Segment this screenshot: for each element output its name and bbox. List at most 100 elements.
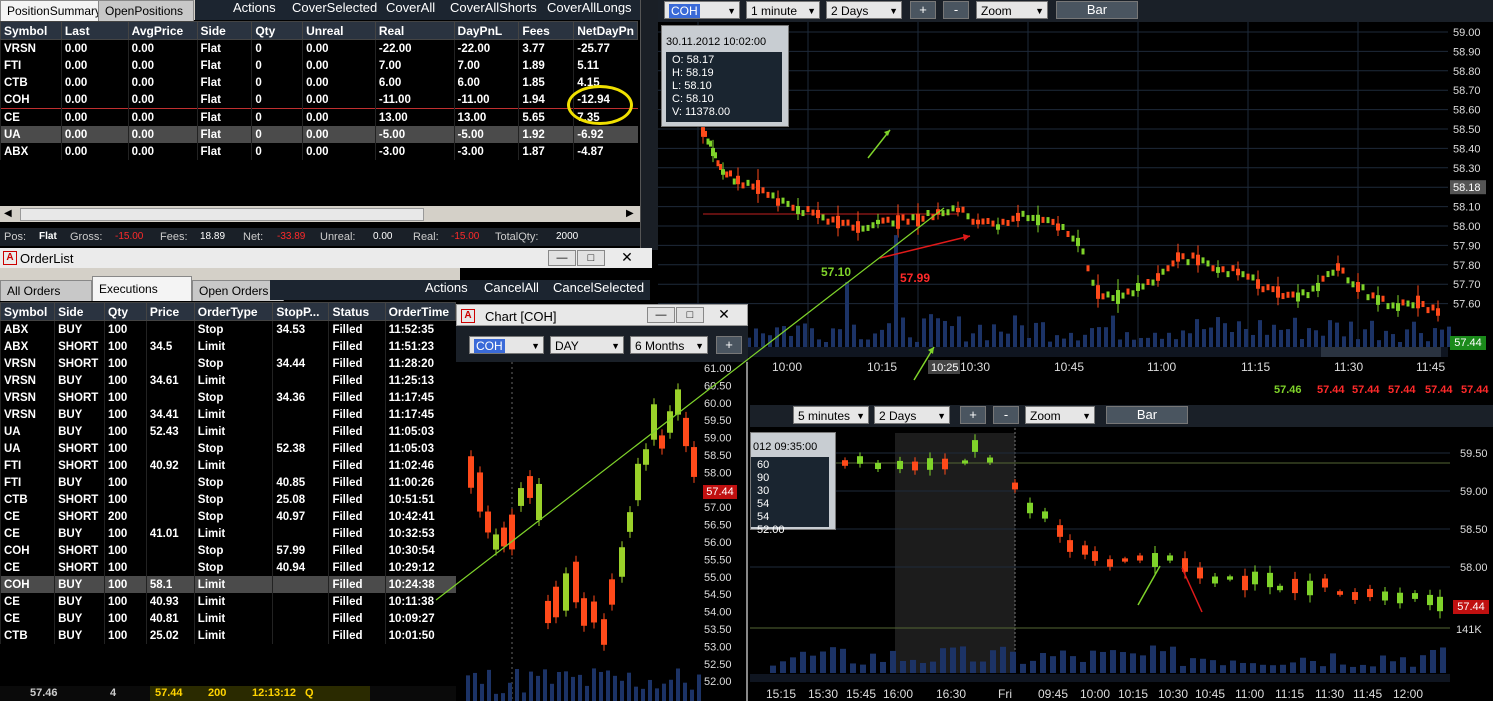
lower-zoom-out-button[interactable]: - (993, 406, 1019, 424)
order-row[interactable]: CTB SHORT 100 Stop 25.08 Filled 10:51:51 (0, 491, 456, 508)
tab-executions[interactable]: Executions (92, 276, 192, 301)
position-row[interactable]: UA 0.00 0.00 Flat 0 0.00 -5.00 -5.00 1.92 -6.92 (0, 126, 638, 143)
order-row[interactable]: VRSN SHORT 100 Stop 34.36 Filled 11:17:45 (0, 389, 456, 406)
cover-all-button[interactable]: CoverAll (386, 0, 435, 15)
interval-select[interactable]: 1 minute ▼ (746, 1, 820, 19)
chart-maximize-button[interactable]: □ (676, 307, 704, 323)
scroll-thumb[interactable] (20, 208, 424, 221)
order-row[interactable]: CE BUY 100 40.93 Limit Filled 10:11:38 (0, 593, 456, 610)
col-price[interactable]: Price (145, 302, 195, 321)
cell-type: Limit (193, 457, 273, 474)
col-unreal[interactable]: Unreal (302, 21, 376, 40)
daily-chart-titlebar[interactable]: A Chart [COH] — □ ✕ (456, 304, 748, 326)
cell-symbol: ABX (0, 143, 62, 160)
col-ordertime[interactable]: OrderTime (384, 302, 457, 321)
daily-range-select[interactable]: 6 Months ▼ (630, 336, 708, 354)
lower-zoom-in-button[interactable]: + (960, 406, 986, 424)
order-row[interactable]: FTI BUY 100 Stop 40.85 Filled 11:00:26 (0, 474, 456, 491)
scroll-left-icon[interactable]: ◀ (4, 208, 12, 219)
candle-body (651, 404, 657, 440)
position-hscrollbar[interactable]: ◀ ▶ (0, 206, 640, 222)
order-row[interactable]: CE BUY 100 40.81 Limit Filled 10:09:27 (0, 610, 456, 627)
col-netdaypnl[interactable]: NetDayPn (573, 21, 638, 40)
col-qty[interactable]: Qty (104, 302, 147, 321)
position-row[interactable]: VRSN 0.00 0.00 Flat 0 0.00 -22.00 -22.00 3.77 -25… (0, 39, 638, 57)
order-row[interactable]: ABX SHORT 100 34.5 Limit Filled 11:51:23 (0, 338, 456, 355)
lower-bar-type-button[interactable]: Bar (1106, 406, 1188, 424)
tab-position-summary[interactable]: PositionSummary (0, 0, 101, 21)
candle-body (946, 209, 950, 216)
position-row[interactable]: CE 0.00 0.00 Flat 0 0.00 13.00 13.00 5.65 7.35 (0, 108, 638, 126)
candle-body (1366, 294, 1370, 301)
lower-zoom-select[interactable]: Zoom ▼ (1025, 406, 1095, 424)
candle-body (691, 447, 697, 477)
order-row[interactable]: FTI SHORT 100 40.92 Limit Filled 11:02:46 (0, 457, 456, 474)
order-row[interactable]: UA SHORT 100 Stop 52.38 Filled 11:05:03 (0, 440, 456, 457)
lower-chart-area[interactable]: 59.50 59.00 58.50 58.00 15:15 15:30 15:45 16:00… (750, 428, 1493, 701)
cover-all-longs-button[interactable]: CoverAllLongs (547, 0, 632, 15)
maximize-button[interactable]: □ (577, 250, 605, 266)
cover-all-shorts-button[interactable]: CoverAllShorts (450, 0, 537, 15)
zoom-in-button[interactable]: + (910, 1, 936, 19)
daily-interval-select[interactable]: DAY ▼ (550, 336, 624, 354)
position-row[interactable]: FTI 0.00 0.00 Flat 0 0.00 7.00 7.00 1.89 5.11 (0, 57, 638, 74)
order-row[interactable]: VRSN SHORT 100 Stop 34.44 Filled 11:28:20 (0, 355, 456, 372)
col-stopprice[interactable]: StopP... (272, 302, 330, 321)
position-row[interactable]: COH 0.00 0.00 Flat 0 0.00 -11.00 -11.00 1.94 -12.… (0, 91, 638, 109)
col-side[interactable]: Side (196, 21, 253, 40)
col-symbol[interactable]: Symbol (0, 21, 62, 40)
close-button[interactable]: ✕ (614, 250, 640, 264)
order-row[interactable]: COH SHORT 100 Stop 57.99 Filled 10:30:54 (0, 542, 456, 559)
col-qty[interactable]: Qty (251, 21, 304, 40)
lower-interval-select[interactable]: 5 minutes ▼ (793, 406, 869, 424)
zoom-out-button[interactable]: - (943, 1, 969, 19)
scroll-right-icon[interactable]: ▶ (626, 208, 634, 219)
minimize-button[interactable]: — (548, 250, 576, 266)
range-select[interactable]: 2 Days ▼ (826, 1, 902, 19)
col-real[interactable]: Real (374, 21, 455, 40)
orderlist-titlebar[interactable]: A OrderList — □ ✕ (0, 248, 652, 268)
order-row[interactable]: CE SHORT 200 Stop 40.97 Filled 10:42:41 (0, 508, 456, 525)
cancel-selected-button[interactable]: CancelSelected (553, 280, 644, 295)
col-fees[interactable]: Fees (518, 21, 575, 40)
tab-all-orders[interactable]: All Orders (0, 280, 92, 301)
order-row[interactable]: UA BUY 100 52.43 Limit Filled 11:05:03 (0, 423, 456, 440)
chart-minimize-button[interactable]: — (647, 307, 675, 323)
candle-body (871, 222, 875, 229)
cover-selected-button[interactable]: CoverSelected (292, 0, 377, 15)
volume-bar (1174, 339, 1178, 347)
col-avgprice[interactable]: AvgPrice (127, 21, 198, 40)
order-row[interactable]: CE BUY 100 41.01 Limit Filled 10:32:53 (0, 525, 456, 542)
cell-side: Flat (196, 126, 252, 143)
daily-symbol-input[interactable]: COH ▼ (469, 336, 544, 354)
chart-close-button[interactable]: ✕ (711, 307, 737, 321)
position-row[interactable]: CTB 0.00 0.00 Flat 0 0.00 6.00 6.00 1.85 4.15 (0, 74, 638, 91)
position-row[interactable]: ABX 0.00 0.00 Flat 0 0.00 -3.00 -3.00 1.87 -4.87 (0, 143, 638, 160)
col-side[interactable]: Side (54, 302, 106, 321)
order-row[interactable]: CTB BUY 100 25.02 Limit Filled 10:01:50 (0, 627, 456, 644)
symbol-input[interactable]: COH ▼ (664, 1, 740, 19)
orderlist-actions-menu[interactable]: Actions (425, 280, 468, 295)
daily-chart-area[interactable]: 61.0060.5060.0059.5059.0058.5058.0057.50… (456, 362, 748, 701)
main-chart-area[interactable]: 59.00 58.90 58.80 58.70 58.60 58.50 58.40 58.30… (658, 22, 1493, 406)
lower-range-select[interactable]: 2 Days ▼ (874, 406, 950, 424)
bar-type-button[interactable]: Bar (1056, 1, 1138, 19)
col-ordertype[interactable]: OrderType (193, 302, 274, 321)
volume-bar (1244, 328, 1248, 347)
tab-open-positions[interactable]: OpenPositions (98, 0, 194, 21)
daily-zoom-in-button[interactable]: + (716, 336, 742, 354)
order-row[interactable]: VRSN BUY 100 34.41 Limit Filled 11:17:45 (0, 406, 456, 423)
actions-menu[interactable]: Actions (233, 0, 276, 15)
order-row[interactable]: COH BUY 100 58.1 Limit Filled 10:24:38 (0, 576, 456, 593)
zoom-select[interactable]: Zoom ▼ (976, 1, 1048, 19)
order-row[interactable]: ABX BUY 100 Stop 34.53 Filled 11:52:35 (0, 320, 456, 338)
col-daypnl[interactable]: DayPnL (453, 21, 520, 40)
col-status[interactable]: Status (328, 302, 386, 321)
order-row[interactable]: CE SHORT 100 Stop 40.94 Filled 10:29:12 (0, 559, 456, 576)
volume-bar (1209, 327, 1213, 347)
order-row[interactable]: VRSN BUY 100 34.61 Limit Filled 11:25:13 (0, 372, 456, 389)
volume-bar (1118, 339, 1122, 347)
col-last[interactable]: Last (60, 21, 129, 40)
col-symbol[interactable]: Symbol (0, 302, 56, 321)
cancel-all-button[interactable]: CancelAll (484, 280, 539, 295)
